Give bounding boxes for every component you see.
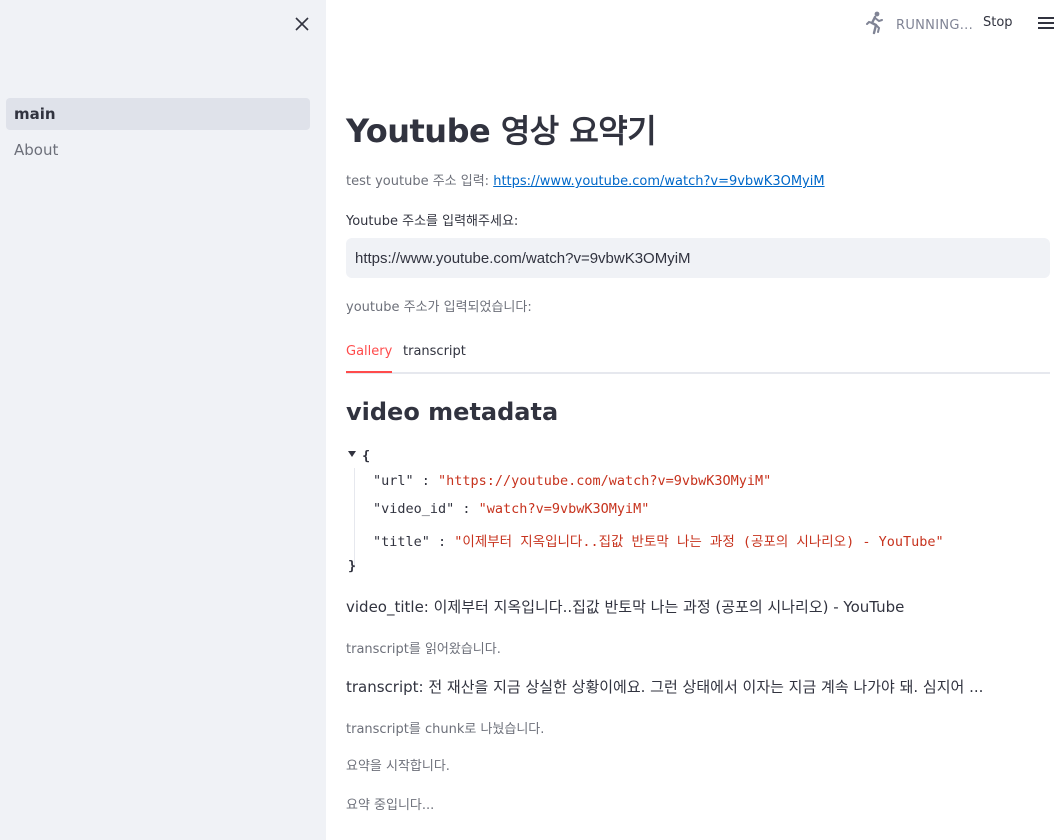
tab-transcript[interactable]: transcript — [403, 344, 466, 371]
sidebar-nav: main About — [6, 98, 310, 170]
url-entered-caption: youtube 주소가 입력되었습니다: — [346, 300, 532, 315]
tab-bar: Gallery transcript — [346, 336, 1050, 374]
running-person-icon — [864, 11, 886, 39]
test-url-prefix: test youtube 주소 입력: — [346, 174, 490, 189]
stop-button[interactable]: Stop — [983, 15, 1013, 30]
test-url-link[interactable]: https://www.youtube.com/watch?v=9vbwK3OM… — [493, 174, 824, 189]
json-sep: : — [413, 473, 439, 489]
json-close-brace: } — [348, 558, 357, 574]
page-title: Youtube 영상 요약기 — [346, 112, 657, 150]
json-row-video-id: "video_id" : "watch?v=9vbwK3OMyiM" — [373, 501, 649, 517]
sidebar-item-main[interactable]: main — [6, 98, 310, 130]
close-icon[interactable] — [290, 12, 314, 36]
youtube-url-label: Youtube 주소를 입력해주세요: — [346, 214, 519, 229]
section-title: video metadata — [346, 398, 559, 426]
hamburger-menu-icon[interactable] — [1036, 13, 1056, 33]
transcript-chunk-caption: transcript를 chunk로 나눴습니다. — [346, 722, 545, 737]
json-body: "url" : "https://youtube.com/watch?v=9vb… — [354, 468, 1044, 568]
json-row-title: "title" : "이제부터 지옥입니다..집값 반토막 나는 과정 (공포의… — [373, 530, 944, 550]
json-sep: : — [454, 501, 479, 517]
running-status: RUNNING... — [864, 11, 973, 39]
json-sep: : — [429, 534, 455, 550]
summary-progress-caption: 요약 중입니다... — [346, 798, 435, 813]
json-row-url: "url" : "https://youtube.com/watch?v=9vb… — [373, 473, 771, 489]
json-key: "url" — [373, 473, 414, 489]
json-key: "video_id" — [373, 501, 455, 517]
summary-start-caption: 요약을 시작합니다. — [346, 759, 450, 774]
video-title-line: video_title: 이제부터 지옥입니다..집값 반토막 나는 과정 (공… — [346, 598, 905, 616]
running-status-text: RUNNING... — [896, 17, 974, 33]
json-value: "https://youtube.com/watch?v=9vbwK3OMyiM… — [438, 473, 772, 489]
sidebar-item-about[interactable]: About — [6, 134, 310, 166]
json-key: "title" — [373, 534, 430, 550]
json-open-brace: { — [362, 448, 371, 464]
tab-gallery[interactable]: Gallery — [346, 344, 393, 373]
transcript-read-caption: transcript를 읽어왔습니다. — [346, 642, 501, 657]
json-value: "watch?v=9vbwK3OMyiM" — [478, 501, 650, 517]
youtube-url-input[interactable] — [346, 238, 1050, 278]
sidebar: main About — [0, 0, 326, 840]
json-value: "이제부터 지옥입니다..집값 반토막 나는 과정 (공포의 시나리오) - Y… — [454, 534, 944, 550]
top-toolbar: RUNNING... Stop — [326, 0, 1064, 46]
test-url-line: test youtube 주소 입력: https://www.youtube.… — [346, 170, 825, 189]
collapse-triangle-icon[interactable] — [348, 451, 356, 457]
transcript-line: transcript: 전 재산을 지금 상실한 상황이에요. 그런 상태에서 … — [346, 678, 984, 696]
